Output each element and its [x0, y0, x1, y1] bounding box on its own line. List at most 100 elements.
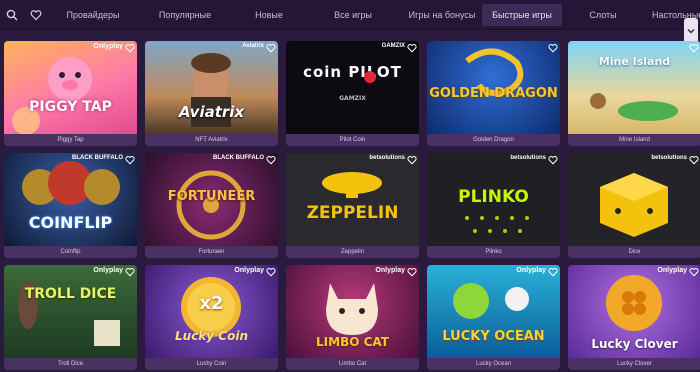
ocean-illustration: [453, 283, 529, 319]
provider-label: betsolutions: [651, 155, 687, 161]
heart-icon[interactable]: [266, 155, 276, 165]
game-title: Plinko: [427, 246, 560, 258]
troll-illustration: [18, 281, 120, 346]
game-title: Dice: [568, 246, 700, 258]
heart-icon: [30, 9, 42, 20]
search-button[interactable]: [0, 0, 24, 30]
game-thumbnail: GOLDEN DRAGON: [427, 41, 560, 134]
game-thumbnail: [568, 153, 700, 246]
game-card-lucky-coin[interactable]: x2 Lucky Coin Onlyplay Lucky Coin: [145, 265, 278, 370]
provider-art-label: GAMZIX: [339, 95, 366, 102]
tab-bonus-games[interactable]: Игры на бонусы: [402, 4, 482, 26]
game-title: Coinflip: [4, 246, 137, 258]
tab-fast-games[interactable]: Быстрые игры: [482, 3, 562, 26]
game-thumbnail: PIGGY TAP: [4, 41, 137, 134]
heart-icon[interactable]: [548, 155, 558, 165]
game-title: Fortuneer: [145, 246, 278, 258]
game-art-title: LIMBO CAT: [316, 335, 389, 349]
tab-slots[interactable]: Слоты: [562, 4, 644, 26]
game-card-dice[interactable]: betsolutions Dice: [568, 153, 700, 258]
chevron-down-icon: [687, 29, 695, 34]
piggy-illustration: [12, 57, 92, 134]
multiplier-text: x2: [199, 293, 224, 314]
game-thumbnail: FORTUNEER: [145, 153, 278, 246]
game-card-zeppelin[interactable]: ZEPPELIN betsolutions Zeppelin: [286, 153, 419, 258]
heart-icon[interactable]: [407, 267, 417, 277]
heart-icon[interactable]: [125, 43, 135, 53]
provider-label: Onlyplay: [375, 267, 405, 274]
game-card-limbo-cat[interactable]: LIMBO CAT Onlyplay Limbo Cat: [286, 265, 419, 370]
game-card-troll-dice[interactable]: TROLL DICE Onlyplay Troll Dice: [4, 265, 137, 370]
game-card-golden-dragon[interactable]: GOLDEN DRAGON Golden Dragon: [427, 41, 560, 146]
game-thumbnail: coin PILOT GAMZIX: [286, 41, 419, 134]
game-thumbnail: Mine Island: [568, 41, 700, 134]
provider-label: Onlyplay: [657, 267, 687, 274]
tab-popular[interactable]: Популярные: [136, 4, 234, 26]
game-title: Piggy Tap: [4, 134, 137, 146]
game-thumbnail: Lucky Clover: [568, 265, 700, 358]
heart-icon[interactable]: [125, 155, 135, 165]
game-title: Pilot Coin: [286, 134, 419, 146]
provider-label: BLACK BUFFALO: [72, 155, 123, 161]
game-art-title: LUCKY OCEAN: [442, 329, 545, 344]
game-card-coinflip[interactable]: COINFLIP BLACK BUFFALO Coinflip: [4, 153, 137, 258]
game-art-title: PIGGY TAP: [29, 99, 112, 115]
game-title: Limbo Cat: [286, 358, 419, 370]
game-card-plinko[interactable]: PLINKO betsolutions Plinko: [427, 153, 560, 258]
provider-label: BLACK BUFFALO: [213, 155, 264, 161]
provider-label: Onlyplay: [93, 43, 123, 50]
game-thumbnail: TROLL DICE: [4, 265, 137, 358]
heart-icon[interactable]: [125, 267, 135, 277]
provider-label: Onlyplay: [93, 267, 123, 274]
game-title: NFT Aviatrix: [145, 134, 278, 146]
tab-new[interactable]: Новые: [234, 4, 304, 26]
game-card-lucky-clover[interactable]: Lucky Clover Onlyplay Lucky Clover: [568, 265, 700, 370]
game-title: Zeppelin: [286, 246, 419, 258]
dice-illustration: [600, 173, 668, 237]
game-card-lucky-ocean[interactable]: LUCKY OCEAN Onlyplay Lucky Ocean: [427, 265, 560, 370]
game-title: Mine Island: [568, 134, 700, 146]
game-thumbnail: Aviatrix: [145, 41, 278, 134]
heart-icon[interactable]: [407, 43, 417, 53]
favorites-button[interactable]: [24, 0, 48, 30]
heart-icon[interactable]: [548, 43, 558, 53]
heart-icon[interactable]: [266, 43, 276, 53]
game-card-mine-island[interactable]: Mine Island Mine Island: [568, 41, 700, 146]
game-art-title: Lucky Coin: [175, 329, 248, 343]
zeppelin-illustration: [322, 172, 382, 198]
game-card-piggy-tap[interactable]: PIGGY TAP Onlyplay Piggy Tap: [4, 41, 137, 146]
heart-icon[interactable]: [689, 155, 699, 165]
game-title: Lucky Coin: [145, 358, 278, 370]
game-art-title: Lucky Clover: [591, 337, 678, 351]
game-thumbnail: COINFLIP: [4, 153, 137, 246]
island-illustration: [590, 93, 678, 121]
heart-icon[interactable]: [689, 267, 699, 277]
game-art-title: TROLL DICE: [24, 286, 117, 302]
game-card-nft-aviatrix[interactable]: Aviatrix Aviatrix NFT Aviatrix: [145, 41, 278, 146]
game-thumbnail: ZEPPELIN: [286, 153, 419, 246]
game-thumbnail: x2 Lucky Coin: [145, 265, 278, 358]
heart-icon[interactable]: [689, 43, 699, 53]
provider-label: betsolutions: [369, 155, 405, 161]
game-art-title: FORTUNEER: [167, 189, 256, 204]
provider-label: Onlyplay: [234, 267, 264, 274]
heart-icon[interactable]: [266, 267, 276, 277]
tab-providers[interactable]: Провайдеры: [50, 4, 136, 26]
game-thumbnail: LIMBO CAT: [286, 265, 419, 358]
game-card-fortuneer[interactable]: FORTUNEER BLACK BUFFALO Fortuneer: [145, 153, 278, 258]
game-art-title: Aviatrix: [178, 103, 245, 121]
game-art-title: COINFLIP: [28, 213, 113, 232]
coin-icon: [364, 71, 376, 83]
provider-label: Onlyplay: [516, 267, 546, 274]
game-art-title: ZEPPELIN: [306, 203, 399, 223]
heart-icon[interactable]: [407, 155, 417, 165]
tab-all-games[interactable]: Все игры: [304, 4, 402, 26]
provider-label: GAMZIX: [381, 43, 405, 49]
heart-icon[interactable]: [548, 267, 558, 277]
category-tabs: Провайдеры Популярные Новые Все игры Игр…: [50, 0, 700, 30]
coins-illustration: [22, 161, 120, 205]
game-art-title: PLINKO: [458, 187, 529, 207]
game-art-title: GOLDEN DRAGON: [429, 86, 558, 101]
provider-label: Aviatrix: [242, 43, 264, 49]
game-card-pilot-coin[interactable]: coin PILOT GAMZIX GAMZIX Pilot Coin: [286, 41, 419, 146]
